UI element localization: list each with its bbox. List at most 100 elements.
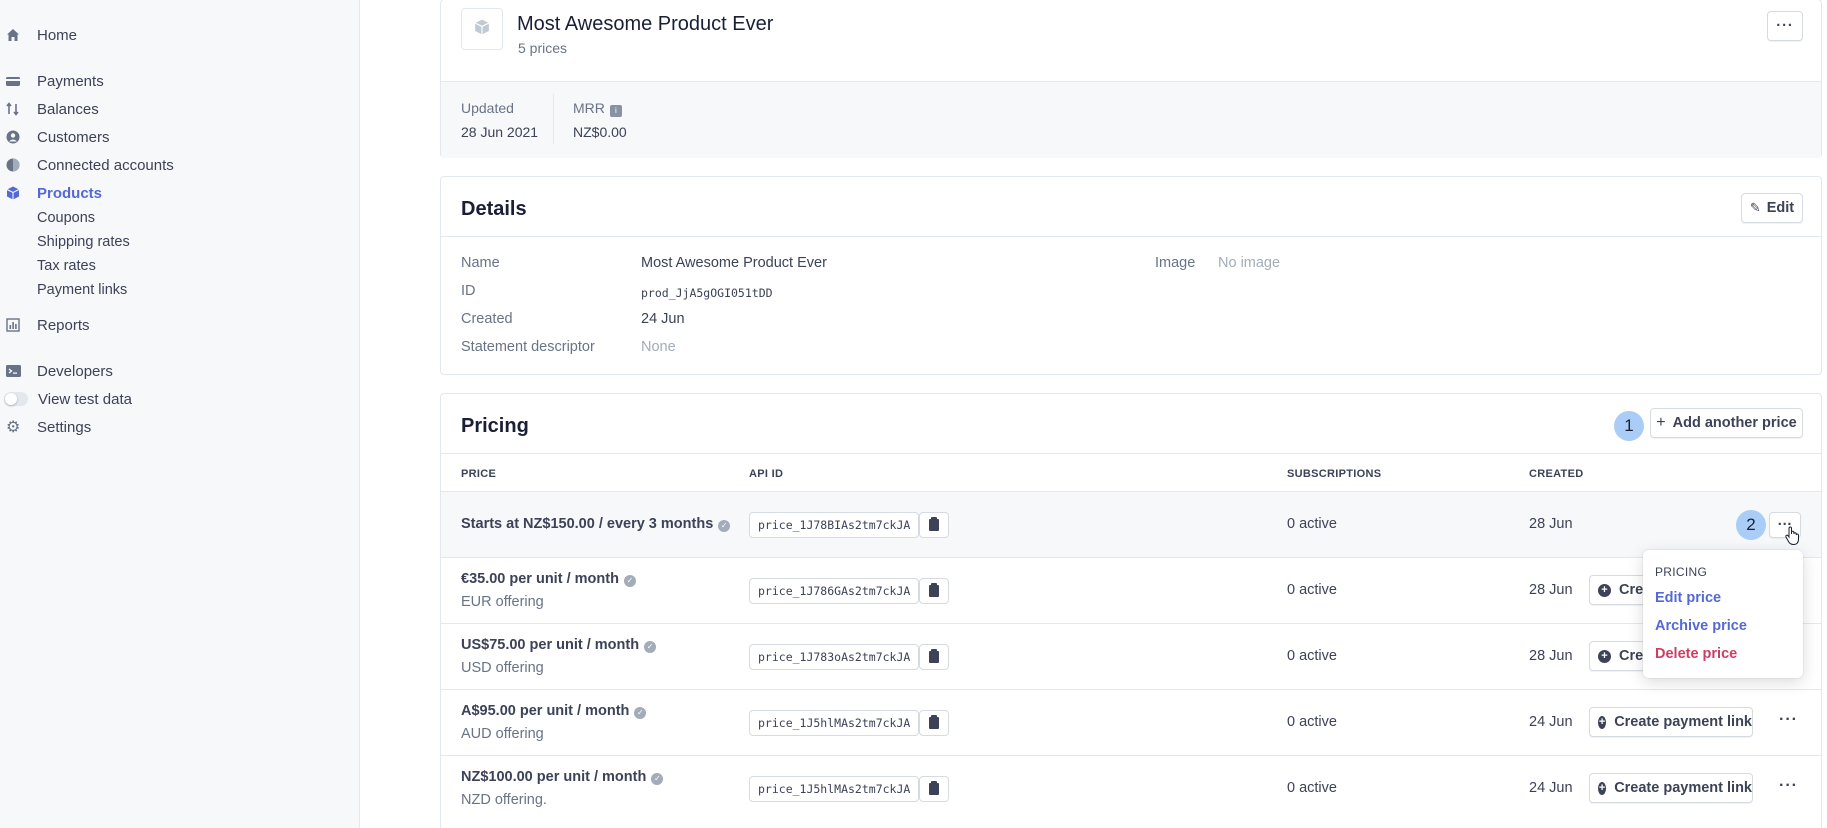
updated-label: Updated (461, 100, 514, 116)
clipboard-icon (929, 715, 939, 729)
divider (553, 94, 554, 144)
created-value: 28 Jun (1529, 516, 1573, 532)
table-row[interactable]: NZ$100.00 per unit / month ✓ NZD offering… (441, 755, 1821, 821)
sidebar-item-reports[interactable]: Reports (0, 313, 90, 337)
more-horizontal-icon: ··· (1779, 777, 1798, 794)
archive-price-menu-item[interactable]: Archive price (1655, 618, 1747, 634)
home-icon (6, 27, 28, 43)
delete-price-menu-item[interactable]: Delete price (1655, 646, 1737, 662)
more-horizontal-icon: ··· (1779, 711, 1798, 728)
column-header-created: CREATED (1529, 468, 1584, 480)
sidebar-item-label: View test data (38, 390, 132, 408)
statement-descriptor-value: None (641, 339, 676, 355)
pencil-icon: ✎ (1749, 200, 1761, 215)
price-title: Starts at NZ$150.00 / every 3 months ✓ (461, 516, 731, 532)
sidebar-item-label: Products (37, 184, 103, 202)
sidebar-item-payments[interactable]: Payments (0, 69, 104, 93)
sidebar-item-customers[interactable]: Customers (0, 125, 110, 149)
clipboard-icon (929, 781, 939, 795)
info-icon[interactable]: ✓ (644, 641, 657, 653)
info-icon[interactable]: i (609, 105, 622, 117)
table-row[interactable]: Starts at NZ$150.00 / every 3 months ✓ pr… (441, 491, 1821, 557)
sidebar-item-developers[interactable]: Developers (0, 359, 113, 383)
subscriptions-value: 0 active (1287, 516, 1337, 532)
sidebar-item-home[interactable]: Home (0, 23, 77, 47)
id-value: prod_JjA5gOGI051tDD (641, 286, 773, 300)
created-value: 28 Jun (1529, 648, 1573, 664)
created-label: Created (461, 311, 513, 327)
sidebar-item-settings[interactable]: ⚙ Settings (0, 415, 91, 439)
table-row[interactable]: €35.00 per unit / month ✓ EUR offering pr… (441, 557, 1821, 623)
add-another-price-button[interactable]: + Add another price (1650, 408, 1803, 438)
sidebar-item-label: Payments (37, 72, 104, 90)
subscriptions-value: 0 active (1287, 648, 1337, 664)
price-title: NZ$100.00 per unit / month ✓ (461, 769, 664, 785)
sidebar-subitem-shipping-rates[interactable]: Shipping rates (37, 234, 130, 250)
step-badge-1: 1 (1614, 411, 1644, 441)
api-id-value: price_1J786GAs2tm7ckJA (758, 584, 911, 598)
copy-api-id-button[interactable] (919, 776, 949, 802)
edit-label: Edit (1766, 200, 1795, 216)
payments-icon (6, 73, 28, 89)
api-id-value: price_1J5hlMAs2tm7ckJA (758, 716, 911, 730)
subscriptions-value: 0 active (1287, 714, 1337, 730)
clipboard-icon (929, 583, 939, 597)
sidebar-item-products[interactable]: Products (0, 181, 102, 205)
sidebar-subitem-tax-rates[interactable]: Tax rates (37, 258, 96, 274)
create-link-label: Create payment link (1614, 780, 1752, 796)
add-price-label: Add another price (1672, 415, 1797, 431)
info-icon[interactable]: ✓ (623, 575, 636, 587)
sidebar-item-label: Balances (37, 100, 99, 118)
copy-api-id-button[interactable] (919, 578, 949, 604)
sidebar-item-connected-accounts[interactable]: Connected accounts (0, 153, 174, 177)
details-title: Details (461, 198, 527, 220)
copy-api-id-button[interactable] (919, 512, 949, 538)
sidebar-item-label: Connected accounts (37, 156, 174, 174)
column-header-api-id: API ID (749, 468, 784, 480)
table-row[interactable]: A$95.00 per unit / month ✓ AUD offering p… (441, 689, 1821, 755)
step-badge-2: 2 (1736, 510, 1766, 540)
price-title: US$75.00 per unit / month ✓ (461, 637, 657, 653)
hand-cursor-icon (1784, 526, 1800, 550)
sidebar-item-balances[interactable]: Balances (0, 97, 99, 121)
create-payment-link-button[interactable]: + Create payment link (1589, 707, 1753, 737)
sidebar-item-view-test-data[interactable]: View test data (0, 387, 132, 411)
create-link-label: Create payment link (1614, 714, 1752, 730)
divider (441, 236, 1821, 237)
copy-api-id-button[interactable] (919, 710, 949, 736)
info-icon[interactable]: ✓ (634, 707, 647, 719)
image-value: No image (1218, 255, 1281, 271)
plus-circle-icon: + (1598, 781, 1607, 795)
api-id-chip: price_1J5hlMAs2tm7ckJA (749, 710, 920, 736)
sidebar-item-label: Settings (37, 418, 92, 436)
info-icon[interactable]: ✓ (718, 520, 731, 532)
sidebar-item-label: Reports (37, 316, 90, 334)
sidebar-subitem-coupons[interactable]: Coupons (37, 210, 95, 226)
column-header-price: PRICE (461, 468, 497, 480)
details-card: Details ✎ Edit Name Most Awesome Product… (440, 176, 1822, 375)
edit-price-menu-item[interactable]: Edit price (1655, 590, 1721, 606)
created-value: 28 Jun (1529, 582, 1573, 598)
edit-details-button[interactable]: ✎ Edit (1741, 193, 1803, 223)
product-more-button[interactable]: ··· (1767, 11, 1803, 41)
test-data-toggle[interactable] (4, 392, 28, 406)
price-description: USD offering (461, 660, 544, 676)
api-id-chip: price_1J786GAs2tm7ckJA (749, 578, 920, 604)
sidebar-subitem-payment-links[interactable]: Payment links (37, 282, 127, 298)
info-icon[interactable]: ✓ (651, 773, 664, 785)
row-more-button[interactable]: ··· (1779, 711, 1798, 729)
sidebar: Home Payments Balances Customers Connect… (0, 0, 360, 828)
price-title: A$95.00 per unit / month ✓ (461, 703, 647, 719)
price-description: AUD offering (461, 726, 544, 742)
table-row[interactable]: US$75.00 per unit / month ✓ USD offering … (441, 623, 1821, 689)
create-payment-link-button[interactable]: + Create payment link (1589, 773, 1753, 803)
pricing-card: Pricing 1 + Add another price PRICE API … (440, 393, 1822, 828)
customers-icon (6, 129, 28, 145)
api-id-value: price_1J78BIAs2tm7ckJA (758, 518, 911, 532)
copy-api-id-button[interactable] (919, 644, 949, 670)
row-more-button[interactable]: ··· (1779, 777, 1798, 795)
products-icon (6, 185, 28, 201)
sidebar-item-label: Home (37, 26, 78, 44)
price-actions-menu: PRICING Edit price Archive price Delete … (1643, 550, 1803, 678)
product-name: Most Awesome Product Ever (517, 13, 774, 35)
